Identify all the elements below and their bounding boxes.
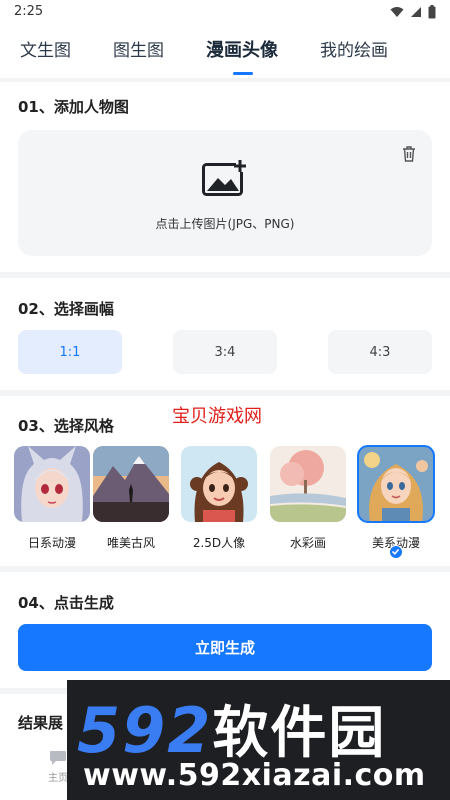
- style-thumbnail: [93, 446, 169, 522]
- watermark-text: 宝贝游戏网: [172, 406, 262, 427]
- style-option-watercolor[interactable]: 水彩画: [270, 446, 346, 551]
- tab-my-paintings[interactable]: 我的绘画: [320, 36, 388, 61]
- watermark-banner: 592软件园 www.592xiazai.com: [67, 680, 450, 800]
- style-label: 2.5D人像: [192, 536, 246, 550]
- upload-area[interactable]: 点击上传图片(JPG、PNG): [18, 130, 432, 256]
- tab-bar: 文生图 图生图 漫画头像 我的绘画: [0, 26, 450, 78]
- ratio-option-3-4[interactable]: 3:4: [173, 330, 277, 374]
- banner-logo: 592软件园: [77, 688, 386, 769]
- add-image-icon: [202, 160, 250, 196]
- signal-icon: [411, 7, 421, 17]
- style-thumbnail: [270, 446, 346, 522]
- tab-image-to-image[interactable]: 图生图: [113, 36, 164, 61]
- step3-title: 03、选择风格: [18, 417, 114, 435]
- style-option-american-anime[interactable]: 美系动漫: [357, 445, 435, 559]
- step2-title: 02、选择画幅: [18, 300, 114, 318]
- status-icons: [390, 5, 436, 19]
- status-bar: 2:25: [0, 0, 450, 26]
- style-option-ancient-style[interactable]: 唯美古风: [93, 446, 169, 551]
- style-label: 日系动漫: [27, 536, 76, 550]
- style-label: 唯美古风: [106, 536, 155, 550]
- generate-button[interactable]: 立即生成: [18, 624, 432, 671]
- banner-digits: 592: [77, 694, 213, 767]
- style-thumbnail-selected: [357, 445, 435, 523]
- selected-check-icon: [389, 545, 403, 559]
- banner-cn: 软件园: [212, 701, 387, 766]
- screen: 2:25 文生图 图生图 漫画头像 我的绘画 01、添加人物图 点击上传图片(J…: [0, 0, 450, 800]
- tab-text-to-image[interactable]: 文生图: [20, 36, 71, 61]
- tab-comic-avatar[interactable]: 漫画头像: [206, 36, 278, 62]
- style-thumbnail: [14, 446, 90, 522]
- ratio-option-4-3[interactable]: 4:3: [328, 330, 432, 374]
- wifi-icon: [390, 7, 404, 17]
- trash-icon[interactable]: [402, 146, 416, 162]
- step4-title: 04、点击生成: [18, 594, 114, 612]
- battery-icon: [428, 5, 436, 19]
- upload-hint: 点击上传图片(JPG、PNG): [155, 217, 295, 231]
- results-title: 结果展: [18, 714, 64, 732]
- status-time: 2:25: [14, 4, 44, 19]
- style-label: 水彩画: [289, 536, 326, 550]
- step1-title: 01、添加人物图: [18, 98, 129, 116]
- chat-icon: [50, 751, 66, 765]
- style-thumbnail: [181, 446, 257, 522]
- banner-url: www.592xiazai.com: [83, 758, 426, 793]
- tab-active-indicator: [233, 72, 253, 75]
- style-option-2-5d-portrait[interactable]: 2.5D人像: [181, 446, 257, 551]
- ratio-option-1-1[interactable]: 1:1: [18, 330, 122, 374]
- style-option-japanese-anime[interactable]: 日系动漫: [14, 446, 90, 551]
